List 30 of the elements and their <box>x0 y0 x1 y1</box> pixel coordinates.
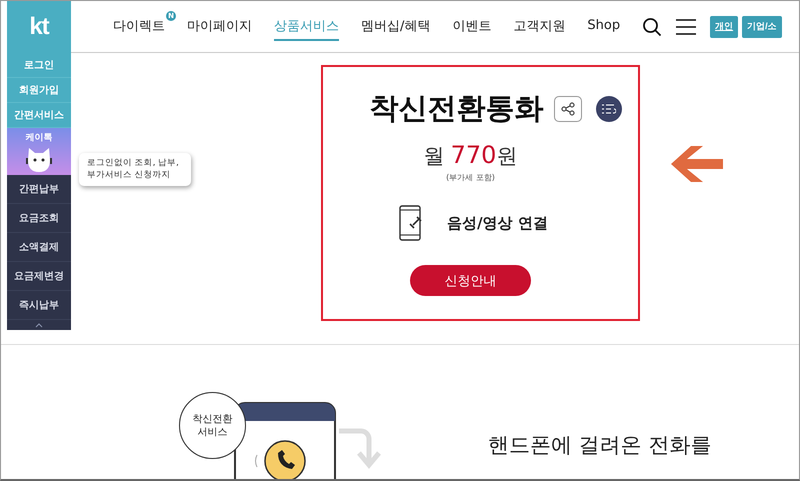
list-icon <box>602 104 616 114</box>
search-icon <box>642 16 662 36</box>
list-button[interactable] <box>596 96 622 122</box>
product-title: 착신전환통화 <box>370 90 544 127</box>
sidebar-item[interactable]: 요금조회 <box>7 204 71 233</box>
nav-link[interactable]: 마이페이지 <box>187 12 252 40</box>
feature-text: 음성/영상 연결 <box>447 214 548 232</box>
search-button[interactable] <box>642 16 662 36</box>
nav-link[interactable]: 멤버십/혜택 <box>361 12 430 40</box>
caret-icon <box>35 322 43 328</box>
sidebar-item[interactable]: 간편납부 <box>7 175 71 204</box>
sidebar-item[interactable]: 요금제변경 <box>7 262 71 291</box>
share-icon <box>560 102 574 116</box>
apply-button[interactable]: 신청안내 <box>410 265 531 296</box>
nav-link[interactable]: 이벤트 <box>452 12 492 40</box>
headline-text: 핸드폰에 걸려온 전화를 <box>488 432 712 459</box>
arrow-icon <box>669 144 725 184</box>
price-unit: 월 <box>424 143 445 170</box>
sidebar-item[interactable]: 즉시납부 <box>7 291 71 320</box>
chatbot-label: 케이톡 <box>26 132 52 144</box>
menu-icon <box>676 18 696 34</box>
nav-link[interactable]: Shop <box>587 14 620 39</box>
sidebar-item[interactable]: 소액결제 <box>7 233 71 262</box>
vat-note: (부가세 포함) <box>446 172 495 183</box>
share-button[interactable] <box>554 96 582 122</box>
menu-button[interactable] <box>676 18 696 34</box>
tooltip: 로그인없이 조회, 납부, 부가서비스 신청까지 <box>79 153 191 186</box>
price-text: 770원 <box>450 141 518 170</box>
nav-link[interactable]: 고객지원 <box>513 12 566 40</box>
speech-bubble: 착신전환 서비스 <box>179 392 246 459</box>
